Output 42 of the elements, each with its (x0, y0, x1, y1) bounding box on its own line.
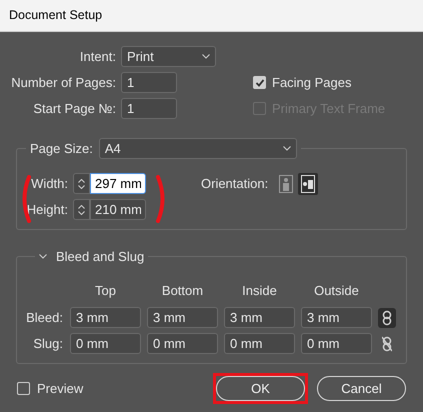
window-title: Document Setup (9, 7, 102, 24)
cancel-button[interactable]: Cancel (317, 376, 406, 401)
page-size-dropdown[interactable]: A4 (98, 138, 297, 159)
column-header: Bottom (160, 282, 204, 300)
measurement-field[interactable]: 3 mm (147, 307, 218, 328)
chevron-down-icon (282, 146, 291, 151)
bleed-and-slug-toggle[interactable]: Bleed and Slug (39, 247, 144, 266)
stepper[interactable] (73, 199, 90, 220)
checkbox-label: Facing Pages (272, 74, 352, 92)
intent-label: Intent: (78, 48, 117, 66)
measurement-field[interactable]: 0 mm (301, 333, 372, 354)
chain-link-icon[interactable] (378, 308, 396, 328)
measurement-field[interactable]: 3 mm (301, 307, 372, 328)
orientation-label: Orientation: (201, 174, 268, 193)
measurement-field[interactable]: 3 mm (70, 307, 141, 328)
measurement-field[interactable]: 0 mm (70, 333, 141, 354)
dimension-field[interactable]: 210 mm (90, 199, 146, 220)
number-of-pages-label: Number of Pages: (10, 74, 117, 92)
measurement-field[interactable]: 0 mm (147, 333, 218, 354)
dimension-label: Height: (26, 200, 69, 219)
intent-dropdown[interactable]: Print (121, 46, 216, 67)
ok-button[interactable]: OK (216, 376, 305, 401)
stepper[interactable] (73, 173, 90, 194)
preview-checkbox[interactable] (17, 382, 30, 395)
start-page-field[interactable]: 1 (121, 98, 177, 119)
page-size-label: Page Size: (30, 140, 93, 158)
measurement-field[interactable]: 0 mm (224, 333, 295, 354)
landscape-orientation-button[interactable] (298, 173, 318, 195)
preview-label: Preview (37, 380, 84, 398)
column-header: Inside (241, 282, 278, 300)
row-label: Bleed: (25, 308, 64, 327)
dimension-field[interactable]: 297 mm (90, 173, 146, 194)
column-header: Outside (313, 282, 360, 300)
number-of-pages-field[interactable]: 1 (121, 72, 177, 93)
chevron-icon (39, 254, 47, 260)
row-label: Slug: (32, 334, 64, 353)
column-header: Top (94, 282, 117, 300)
measurement-field[interactable]: 3 mm (224, 307, 295, 328)
checkbox[interactable] (253, 76, 266, 89)
start-page-label: Start Page №: (32, 100, 117, 118)
chevron-down-icon (202, 54, 210, 59)
dimension-label: Width: (30, 174, 69, 193)
